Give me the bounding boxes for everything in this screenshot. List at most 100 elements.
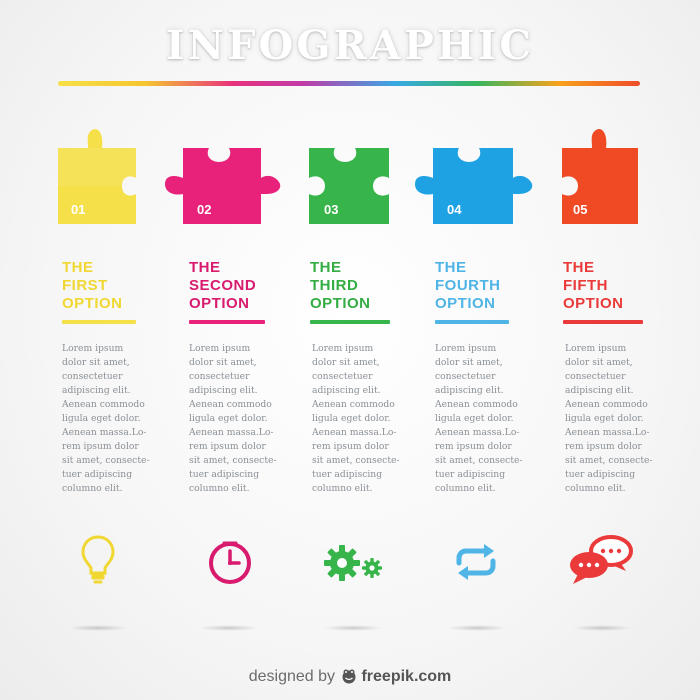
body-line: Aenean commodo xyxy=(189,399,272,410)
option-body-text: Lorem ipsum dolor sit amet, consectetuer… xyxy=(435,342,525,496)
option-body-text: Lorem ipsum dolor sit amet, consectetuer… xyxy=(62,342,152,496)
option-heading-line: FOURTH xyxy=(435,277,501,294)
option-body-text: Lorem ipsum dolor sit amet, consectetuer… xyxy=(312,342,402,496)
option-number: 03 xyxy=(324,202,339,217)
body-line: sit amet, consecte- xyxy=(312,455,400,466)
body-line: consectetuer xyxy=(435,371,496,382)
option-underline xyxy=(189,320,265,324)
body-line: rem ipsum dolor xyxy=(189,441,266,452)
option-column-4: 04 THE FOURTH OPTION Lorem ipsum dolor s… xyxy=(413,0,543,700)
option-heading: THE FOURTH OPTION xyxy=(435,259,501,313)
body-line: tuer adipiscing xyxy=(565,469,636,480)
body-line: Aenean massa.Lo- xyxy=(435,427,520,438)
gears-icon xyxy=(324,543,384,583)
body-line: dolor sit amet, xyxy=(565,357,633,368)
body-line: tuer adipiscing xyxy=(435,469,506,480)
option-underline xyxy=(62,320,136,324)
body-line: Aenean commodo xyxy=(565,399,648,410)
puzzle-piece-4 xyxy=(413,126,535,226)
puzzle-piece-shape xyxy=(165,148,281,224)
option-number: 04 xyxy=(447,202,462,217)
body-line: consectetuer xyxy=(62,371,123,382)
option-underline xyxy=(435,320,509,324)
option-heading: THE FIFTH OPTION xyxy=(563,259,624,313)
option-body-text: Lorem ipsum dolor sit amet, consectetuer… xyxy=(565,342,655,496)
body-line: sit amet, consecte- xyxy=(62,455,150,466)
option-heading: THE THIRD OPTION xyxy=(310,259,371,313)
body-line: columno elit. xyxy=(189,483,250,494)
body-line: Lorem ipsum xyxy=(189,343,251,354)
option-heading-line: OPTION xyxy=(62,295,123,312)
body-line: dolor sit amet, xyxy=(62,357,130,368)
body-line: Aenean massa.Lo- xyxy=(189,427,274,438)
body-line: adipiscing elit. xyxy=(565,385,634,396)
option-heading-line: THE xyxy=(189,259,221,276)
body-line: Lorem ipsum xyxy=(435,343,497,354)
body-line: columno elit. xyxy=(312,483,373,494)
body-line: consectetuer xyxy=(312,371,373,382)
option-number: 05 xyxy=(573,202,588,217)
body-line: adipiscing elit. xyxy=(312,385,381,396)
option-heading: THE SECOND OPTION xyxy=(189,259,256,313)
body-line: Aenean commodo xyxy=(312,399,395,410)
puzzle-piece-5 xyxy=(560,126,640,226)
body-line: Aenean commodo xyxy=(435,399,518,410)
option-heading-line: THIRD xyxy=(310,277,359,294)
body-line: sit amet, consecte- xyxy=(565,455,653,466)
lightbulb-icon xyxy=(80,534,116,586)
body-line: dolor sit amet, xyxy=(312,357,380,368)
body-line: rem ipsum dolor xyxy=(435,441,512,452)
body-line: Lorem ipsum xyxy=(565,343,627,354)
option-column-5: 05 THE FIFTH OPTION Lorem ipsum dolor si… xyxy=(560,0,690,700)
credit-footer: designed by freepik.com xyxy=(0,668,700,689)
option-heading-line: OPTION xyxy=(189,295,250,312)
puzzle-piece-shape xyxy=(415,148,533,224)
option-number: 02 xyxy=(197,202,212,217)
option-heading-line: THE xyxy=(310,259,342,276)
body-line: tuer adipiscing xyxy=(189,469,260,480)
body-line: sit amet, consecte- xyxy=(189,455,277,466)
icon-shadow xyxy=(68,625,128,631)
body-line: ligula eget dolor. xyxy=(435,413,514,424)
clock-icon xyxy=(207,540,253,584)
body-line: Aenean massa.Lo- xyxy=(62,427,147,438)
option-heading-line: FIRST xyxy=(62,277,108,294)
body-line: ligula eget dolor. xyxy=(62,413,141,424)
credit-brand[interactable]: freepik.com xyxy=(361,668,451,685)
option-heading-line: OPTION xyxy=(563,295,624,312)
puzzle-piece-3 xyxy=(307,126,393,226)
body-line: consectetuer xyxy=(189,371,250,382)
body-line: adipiscing elit. xyxy=(62,385,131,396)
body-line: columno elit. xyxy=(62,483,123,494)
puzzle-piece-2 xyxy=(163,126,285,226)
body-line: ligula eget dolor. xyxy=(565,413,644,424)
body-line: adipiscing elit. xyxy=(189,385,258,396)
option-heading-line: THE xyxy=(563,259,595,276)
option-underline xyxy=(563,320,643,324)
option-heading-line: OPTION xyxy=(310,295,371,312)
icon-shadow xyxy=(447,625,507,631)
body-line: rem ipsum dolor xyxy=(62,441,139,452)
body-line: Aenean massa.Lo- xyxy=(565,427,650,438)
body-line: Lorem ipsum xyxy=(312,343,374,354)
icon-shadow xyxy=(572,625,632,631)
credit-prefix: designed by xyxy=(248,668,336,685)
puzzle-piece-shape xyxy=(309,148,389,224)
body-line: rem ipsum dolor xyxy=(565,441,642,452)
option-heading-line: THE xyxy=(62,259,94,276)
refresh-arrows-icon xyxy=(453,543,499,581)
body-line: dolor sit amet, xyxy=(189,357,257,368)
body-line: ligula eget dolor. xyxy=(312,413,391,424)
body-line: columno elit. xyxy=(435,483,496,494)
option-number: 01 xyxy=(71,202,86,217)
icon-shadow xyxy=(199,625,259,631)
body-line: columno elit. xyxy=(565,483,626,494)
body-line: adipiscing elit. xyxy=(435,385,504,396)
body-line: Lorem ipsum xyxy=(62,343,124,354)
body-line: tuer adipiscing xyxy=(312,469,383,480)
option-heading-line: SECOND xyxy=(189,277,257,294)
option-column-2: 02 THE SECOND OPTION Lorem ipsum dolor s… xyxy=(163,0,293,700)
icon-shadow xyxy=(323,625,383,631)
freepik-logo-icon xyxy=(341,668,357,689)
option-heading-line: OPTION xyxy=(435,295,496,312)
